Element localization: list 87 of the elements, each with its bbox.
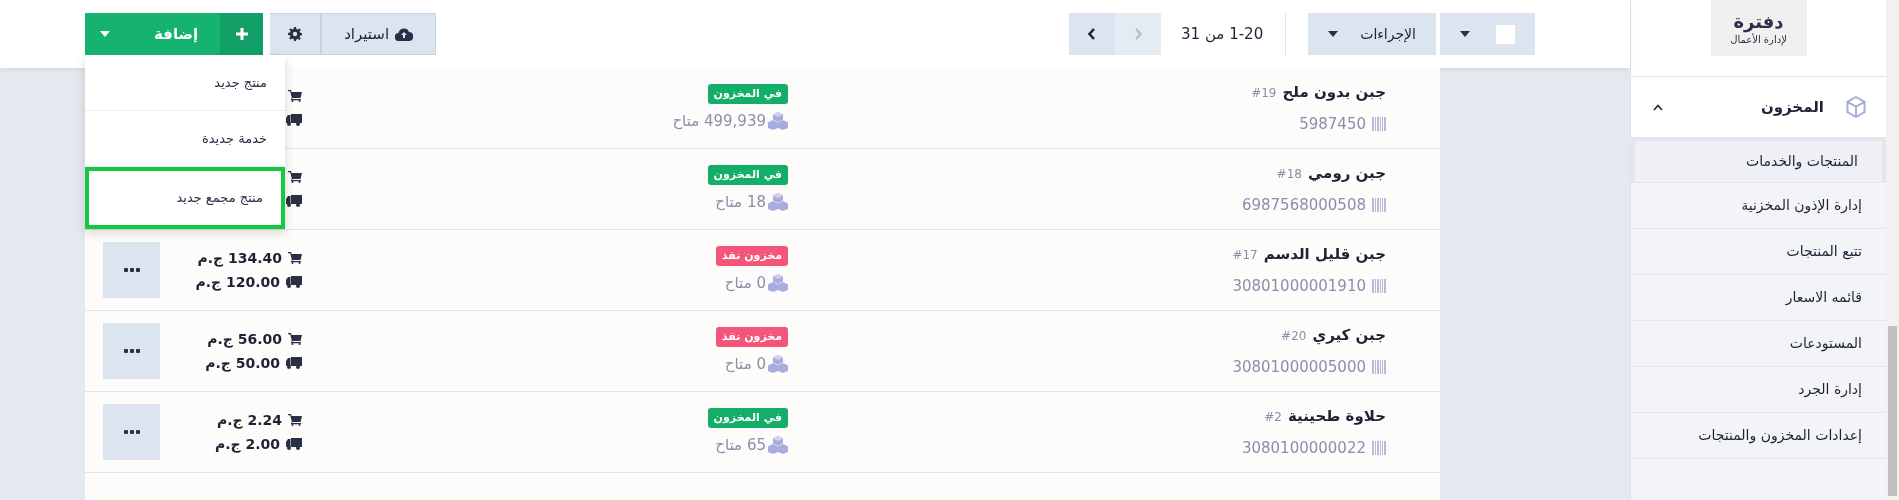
boxes-icon [768, 355, 788, 374]
available-quantity: 0 متاح [724, 273, 766, 294]
cube-icon [1846, 96, 1866, 118]
caret-icon [1328, 31, 1339, 37]
stock-status-badge: في المخزون [707, 407, 788, 428]
cart-icon [288, 171, 302, 183]
more-options-button[interactable] [103, 404, 160, 460]
sidebar-item[interactable]: إعدادات المخزون والمنتجات [1631, 413, 1886, 459]
chevron-left-icon [1088, 28, 1097, 40]
truck-icon [286, 195, 302, 207]
product-number: #17 [1232, 246, 1258, 264]
sidebar-item[interactable]: تتبع المنتجات [1631, 229, 1886, 275]
available-quantity: 499,939 متاح [672, 111, 766, 132]
menu-item[interactable]: منتج مجمع جديد [85, 167, 285, 229]
sidebar-item[interactable]: المستودعات [1631, 321, 1886, 367]
barcode-icon [1372, 441, 1386, 456]
product-number: #19 [1251, 84, 1277, 102]
plus-button[interactable] [220, 13, 264, 55]
truck-icon [286, 438, 302, 450]
product-number: #2 [1264, 408, 1282, 426]
price: 50.00 ج.م [205, 353, 280, 374]
sidebar-section[interactable]: المخزون [1760, 95, 1866, 119]
product-number: #20 [1281, 327, 1307, 345]
product-number: #18 [1276, 165, 1302, 183]
cloud-upload-icon [395, 27, 414, 41]
available-quantity: 18 متاح [715, 192, 766, 213]
caret-icon [1460, 31, 1470, 37]
ellipsis-icon [123, 349, 140, 353]
truck-icon [286, 357, 302, 369]
select-all-dropdown[interactable] [1440, 13, 1535, 55]
sidebar-item[interactable]: إدارة الجرد [1631, 367, 1886, 413]
barcode-icon [1372, 117, 1386, 132]
available-quantity: 0 متاح [724, 354, 766, 375]
stock-status-badge: مخزون نفذ [715, 245, 788, 266]
import-button[interactable]: استيراد [321, 13, 437, 55]
checkbox[interactable] [1496, 24, 1515, 44]
barcode-number: 3080100000022 [1241, 438, 1366, 459]
available-quantity: 65 متاح [715, 435, 766, 456]
price: 120.00 ج.م [195, 272, 280, 293]
settings-icon [288, 27, 303, 41]
ellipsis-icon [123, 268, 140, 272]
cart-icon [288, 252, 302, 264]
cart-icon [288, 333, 302, 345]
product-name[interactable]: جبن بدون ملح [1282, 80, 1386, 103]
price: 2.24 ج.م [216, 410, 282, 431]
barcode-icon [1372, 279, 1386, 294]
cart-icon [288, 414, 302, 426]
settings-button[interactable] [270, 13, 322, 55]
stock-status-badge: مخزون نفذ [715, 326, 788, 347]
boxes-icon [768, 436, 788, 455]
price: 56.00 ج.م [207, 329, 282, 350]
product-name[interactable]: جبن كيري [1312, 323, 1386, 346]
more-options-button[interactable] [103, 242, 160, 298]
actions-dropdown[interactable]: الإجراءات [1308, 13, 1436, 55]
barcode-number: 30801000005000 [1232, 357, 1366, 378]
menu-item[interactable]: منتج جديد [85, 55, 285, 111]
barcode-icon [1372, 198, 1386, 213]
product-name[interactable]: حلاوة طحينية [1288, 404, 1386, 427]
plus-icon [235, 28, 248, 40]
boxes-icon [768, 112, 788, 131]
product-name[interactable]: جبن رومي [1307, 161, 1386, 184]
logo-text: دفترة [1733, 10, 1784, 33]
sidebar-item[interactable]: قائمه الاسعار [1631, 275, 1886, 321]
boxes-icon [768, 193, 788, 212]
chevron-right-icon [1134, 28, 1143, 40]
barcode-number: 6987568000508 [1241, 195, 1366, 216]
price: 2.00 ج.م [214, 434, 280, 455]
stock-status-badge: في المخزون [707, 83, 788, 104]
price: 134.40 ج.م [197, 248, 282, 269]
barcode-icon [1372, 360, 1386, 375]
caret-icon [100, 31, 110, 37]
pagination-text: 1-20 من 31 [1181, 23, 1264, 45]
stock-status-badge: في المخزون [707, 164, 788, 185]
boxes-icon [768, 274, 788, 293]
cart-icon [288, 90, 302, 102]
barcode-number: 5987450 [1299, 114, 1366, 135]
product-name[interactable]: جبن قليل الدسم [1263, 242, 1386, 265]
truck-icon [286, 114, 302, 126]
truck-icon [286, 276, 302, 288]
next-page-button[interactable] [1069, 13, 1116, 55]
ellipsis-icon [123, 430, 140, 434]
menu-item[interactable]: خدمة جديدة [85, 111, 285, 167]
sidebar-item[interactable]: المنتجات والخدمات [1631, 137, 1886, 183]
more-options-button[interactable] [103, 323, 160, 379]
sidebar-item[interactable]: إدارة الإذون المخزنية [1631, 183, 1886, 229]
barcode-number: 30801000001910 [1232, 276, 1366, 297]
scrollbar[interactable] [1886, 0, 1899, 500]
